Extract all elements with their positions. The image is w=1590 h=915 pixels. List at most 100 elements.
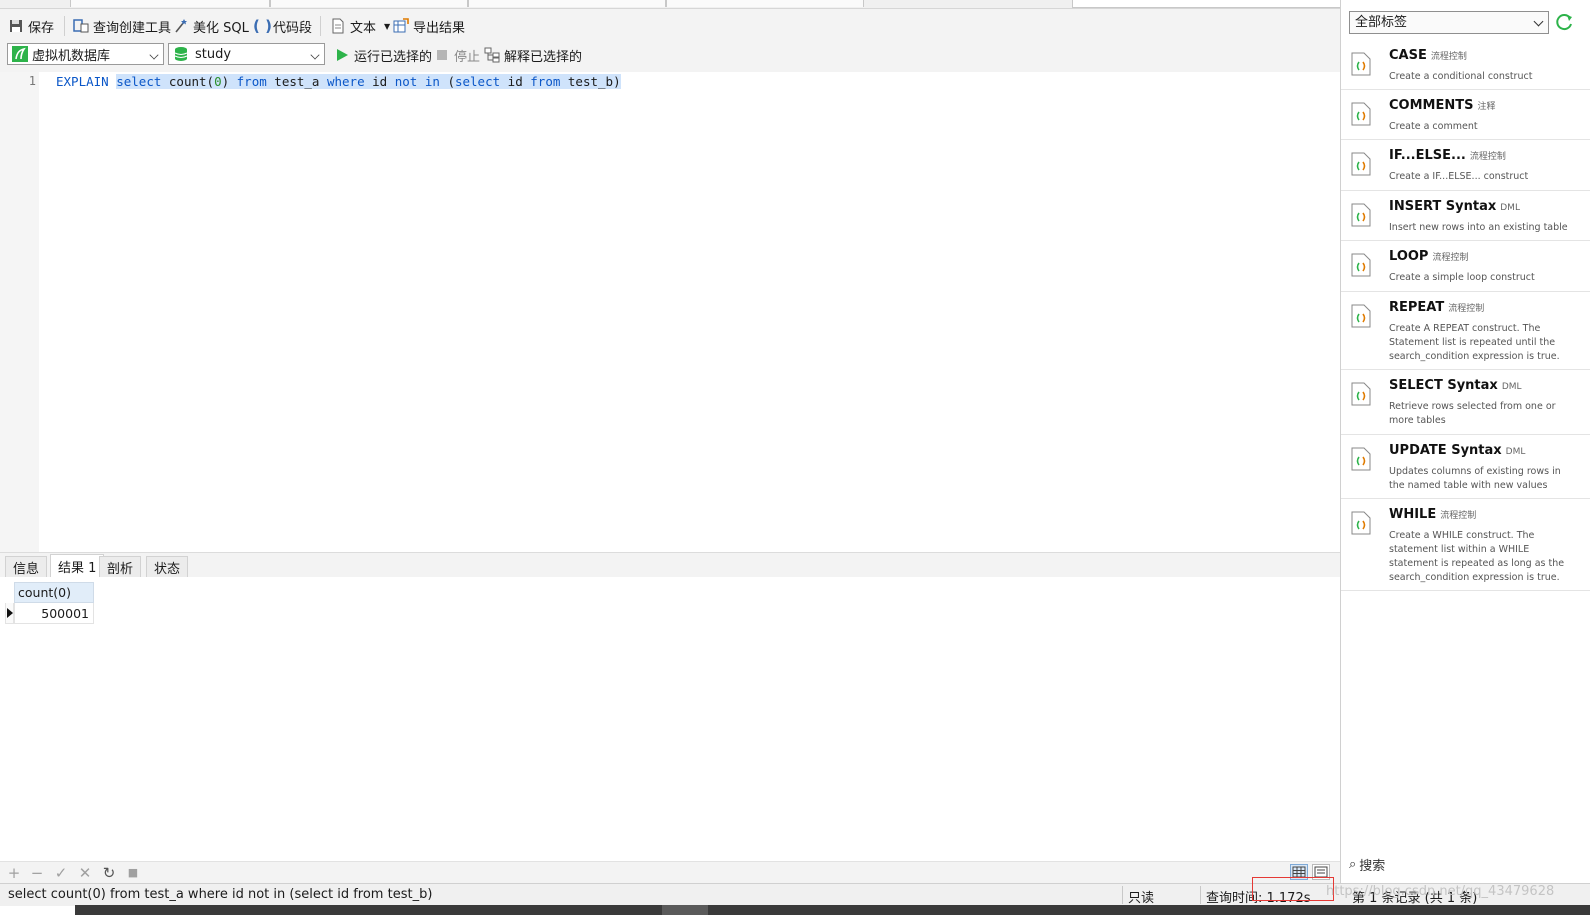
explain-selected-button[interactable]: 解释已选择的 bbox=[484, 44, 582, 66]
database-icon bbox=[173, 46, 189, 62]
add-row-icon[interactable]: + bbox=[6, 864, 22, 882]
sql-paren: ) bbox=[221, 74, 230, 89]
snippet-description: Create A REPEAT construct. The Statement… bbox=[1389, 323, 1560, 362]
tab-info[interactable]: 信息 bbox=[5, 556, 48, 577]
export-result-button[interactable]: 导出结果 bbox=[393, 15, 465, 37]
apply-changes-icon[interactable]: ✓ bbox=[53, 864, 69, 882]
column-header[interactable]: count(0) bbox=[14, 582, 94, 603]
result-grid[interactable]: count(0) 500001 bbox=[0, 577, 1340, 857]
snippet-name: REPEAT bbox=[1389, 300, 1445, 315]
chevron-down-icon bbox=[1533, 16, 1544, 27]
query-toolbar: 保存 查询创建工具 美化 SQL ( ) 代码段 文本 ▼ 导出结果 bbox=[0, 9, 1340, 42]
status-sql-text: select count(0) from test_a where id not… bbox=[8, 887, 433, 902]
snippet-item[interactable]: IF...ELSE... 流程控制 Create a IF...ELSE... c… bbox=[1341, 140, 1590, 191]
watermark-text: https://blog.csdn.net/qq_43479628 bbox=[1326, 884, 1555, 899]
snippet-tag-filter[interactable]: 全部标签 bbox=[1349, 11, 1549, 34]
snippet-name: IF...ELSE... bbox=[1389, 148, 1466, 163]
save-button[interactable]: 保存 bbox=[8, 15, 54, 37]
chevron-down-icon[interactable]: ▼ bbox=[384, 22, 390, 31]
line-number-gutter: 1 bbox=[0, 72, 39, 552]
delete-row-icon[interactable]: − bbox=[29, 864, 45, 882]
snippet-file-icon bbox=[1351, 304, 1371, 328]
sql-identifier: test_b bbox=[567, 74, 614, 89]
taskbar-highlight bbox=[662, 905, 708, 915]
snippet-item[interactable]: SELECT Syntax DML Retrieve rows selected … bbox=[1341, 370, 1590, 435]
text-mode-label: 文本 bbox=[350, 20, 377, 36]
editor-tab[interactable] bbox=[70, 0, 270, 7]
snippet-item[interactable]: INSERT Syntax DML Insert new rows into an… bbox=[1341, 191, 1590, 241]
sql-keyword: where bbox=[326, 74, 365, 89]
editor-tab[interactable] bbox=[666, 0, 864, 7]
snippet-description: Updates columns of existing rows in the … bbox=[1389, 466, 1561, 491]
sql-keyword: in bbox=[424, 74, 440, 89]
editor-tab[interactable] bbox=[468, 0, 666, 7]
snippet-file-icon bbox=[1351, 382, 1371, 406]
snippet-name: UPDATE Syntax bbox=[1389, 443, 1502, 458]
snippet-tag: DML bbox=[1500, 203, 1520, 213]
connection-select[interactable]: 虚拟机数据库 bbox=[7, 43, 164, 65]
sql-editor[interactable]: 1 EXPLAIN select count(0) from test_a wh… bbox=[0, 72, 1340, 552]
database-select[interactable]: study bbox=[168, 43, 325, 65]
snippet-item[interactable]: LOOP 流程控制 Create a simple loop construct bbox=[1341, 241, 1590, 292]
snippet-item[interactable]: CASE 流程控制 Create a conditional construct bbox=[1341, 40, 1590, 90]
editor-tab[interactable] bbox=[270, 0, 468, 7]
tab-status[interactable]: 状态 bbox=[146, 556, 189, 577]
connection-value: 虚拟机数据库 bbox=[32, 48, 111, 64]
snippet-title: LOOP 流程控制 bbox=[1389, 249, 1468, 264]
save-label: 保存 bbox=[28, 20, 55, 36]
refresh-icon[interactable]: ↻ bbox=[101, 864, 117, 882]
current-row-marker[interactable] bbox=[5, 603, 14, 624]
snippet-search-label: 搜索 bbox=[1359, 859, 1386, 874]
stop-label: 停止 bbox=[454, 49, 481, 65]
save-icon bbox=[8, 18, 24, 34]
snippet-search[interactable]: ⌕ 搜索 bbox=[1349, 855, 1385, 874]
snippet-title: SELECT Syntax DML bbox=[1389, 378, 1522, 393]
snippet-tag: DML bbox=[1501, 382, 1522, 392]
sql-keyword: select bbox=[454, 74, 501, 89]
database-value: study bbox=[195, 46, 232, 62]
snippet-file-icon bbox=[1351, 447, 1371, 471]
beautify-sql-label: 美化 SQL bbox=[193, 20, 249, 36]
snippet-tag: 流程控制 bbox=[1448, 304, 1485, 314]
run-selected-button[interactable]: 运行已选择的 bbox=[334, 44, 432, 66]
snippet-title: COMMENTS 注释 bbox=[1389, 98, 1495, 113]
query-builder-button[interactable]: 查询创建工具 bbox=[73, 15, 171, 37]
tab-profile[interactable]: 剖析 bbox=[99, 556, 142, 577]
sql-code-line[interactable]: EXPLAIN select count(0) from test_a wher… bbox=[56, 73, 621, 91]
connection-toolbar: 虚拟机数据库 study 运行已选择的 停止 解释已选择的 bbox=[0, 42, 1340, 72]
status-divider bbox=[1200, 886, 1201, 904]
tab-result-1[interactable]: 结果 1 bbox=[50, 554, 105, 578]
toolbar-divider bbox=[64, 16, 65, 36]
snippet-item[interactable]: UPDATE Syntax DML Updates columns of exis… bbox=[1341, 435, 1590, 499]
sql-keyword: select bbox=[116, 74, 162, 89]
snippet-tag: 流程控制 bbox=[1440, 511, 1477, 521]
discard-changes-icon[interactable]: ✕ bbox=[77, 864, 93, 882]
text-mode-button[interactable]: 文本 ▼ bbox=[330, 15, 390, 37]
snippet-title: INSERT Syntax DML bbox=[1389, 199, 1520, 214]
snippet-tag: 流程控制 bbox=[1469, 152, 1506, 162]
snippet-file-icon bbox=[1351, 52, 1371, 76]
sql-selection: select count(0) from test_a where id not… bbox=[116, 74, 621, 89]
stop-loading-icon[interactable]: ■ bbox=[125, 866, 141, 879]
beautify-sql-button[interactable]: 美化 SQL bbox=[173, 15, 249, 37]
toolbar-divider bbox=[320, 16, 321, 36]
line-number: 1 bbox=[28, 74, 36, 88]
snippet-item[interactable]: WHILE 流程控制 Create a WHILE construct. The … bbox=[1341, 499, 1590, 591]
code-snippet-button[interactable]: ( ) 代码段 bbox=[253, 15, 312, 37]
tab-overflow-area bbox=[1072, 0, 1342, 8]
snippet-name: CASE bbox=[1389, 48, 1427, 63]
refresh-snippets-icon[interactable] bbox=[1555, 12, 1575, 32]
export-grid-icon bbox=[393, 18, 409, 34]
snippet-item[interactable]: COMMENTS 注释 Create a comment bbox=[1341, 90, 1590, 140]
sql-paren: ) bbox=[613, 74, 621, 89]
sql-keyword: not bbox=[394, 74, 418, 89]
grid-cell[interactable]: 500001 bbox=[14, 603, 94, 624]
sql-identifier: id bbox=[507, 74, 523, 89]
snippet-tag-filter-value: 全部标签 bbox=[1355, 15, 1408, 30]
explain-tree-icon bbox=[484, 47, 500, 63]
sql-number: 0 bbox=[214, 74, 222, 89]
snippet-item[interactable]: REPEAT 流程控制 Create A REPEAT construct. Th… bbox=[1341, 292, 1590, 370]
grid-toolbar: + − ✓ ✕ ↻ ■ bbox=[0, 861, 1340, 884]
sql-identifier: id bbox=[372, 74, 388, 89]
stop-button[interactable]: 停止 bbox=[434, 44, 480, 66]
